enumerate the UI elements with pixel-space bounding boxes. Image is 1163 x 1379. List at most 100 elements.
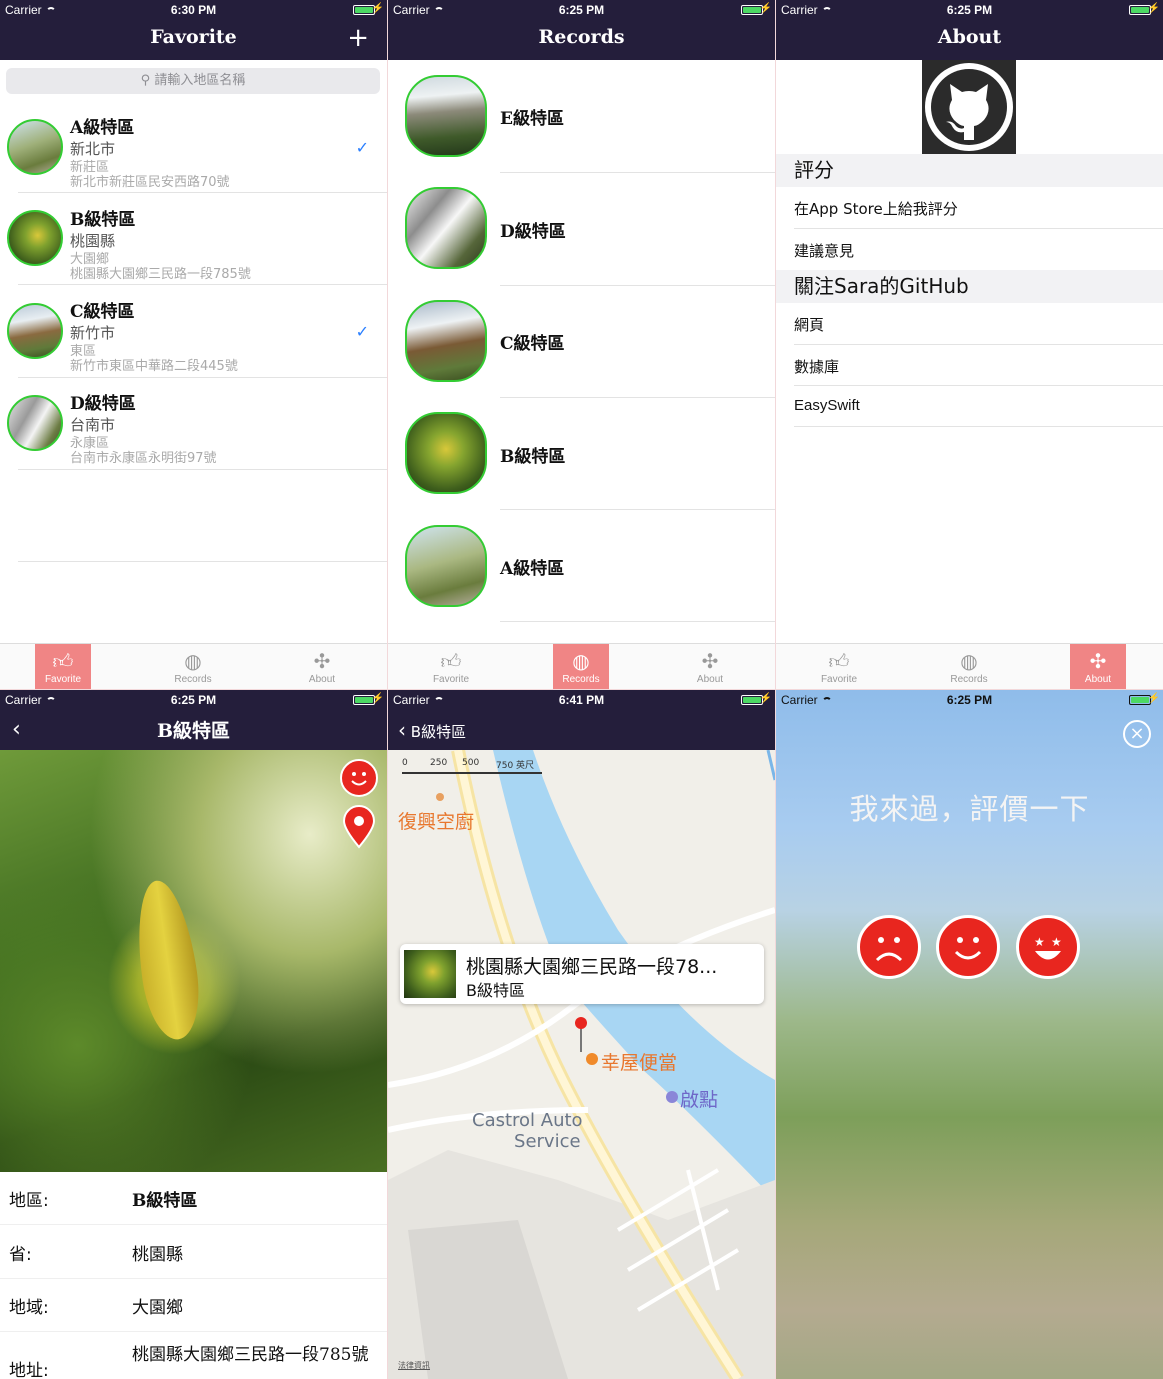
- map-scale: 0 250 500 750 英尺: [402, 758, 542, 774]
- item-address: 新北市新莊區民安西路70號: [70, 175, 230, 190]
- avatar: [405, 187, 487, 269]
- row-separator: [18, 284, 387, 285]
- tab-favorite[interactable]: 👍︎ Favorite: [811, 644, 867, 689]
- place-photo: [0, 750, 387, 1172]
- row-separator: [0, 1224, 387, 1225]
- location-pin-icon[interactable]: [574, 1016, 588, 1056]
- item-name: B級特區: [500, 447, 566, 467]
- back-label: B級特區: [410, 723, 467, 741]
- item-address: 桃園縣大園鄉三民路一段785號: [70, 267, 251, 282]
- thumbs-up-icon: 👍︎: [828, 651, 850, 673]
- detail-screen: Carrier 6:25 PM ⚡ ‹ B級特區 地區: B級特區 省: 桃園縣…: [0, 690, 387, 1379]
- tab-bar: 👍︎ Favorite ◍ Records ✣ About: [0, 643, 387, 689]
- page-title: About: [937, 26, 1002, 48]
- map-view[interactable]: [388, 748, 775, 1379]
- item-name: E級特區: [500, 109, 564, 129]
- row-separator: [794, 344, 1163, 345]
- charging-icon: ⚡: [759, 3, 772, 14]
- sad-face-button[interactable]: [857, 915, 921, 979]
- row-separator: [794, 426, 1163, 427]
- item-name: B級特區: [70, 210, 136, 230]
- add-button[interactable]: +: [347, 25, 369, 51]
- star-eyes-face-button[interactable]: ★ ★: [1016, 915, 1080, 979]
- avatar: [7, 210, 63, 266]
- status-bar: Carrier 6:25 PM ⚡: [0, 690, 387, 710]
- status-time: 6:25 PM: [558, 3, 605, 17]
- avatar: [405, 525, 487, 607]
- tab-records[interactable]: ◍ Records: [165, 644, 221, 689]
- tab-about[interactable]: ✣ About: [294, 644, 350, 689]
- search-icon: ⚲: [140, 73, 151, 88]
- charging-icon: ⚡: [371, 693, 384, 704]
- tab-about[interactable]: ✣ About: [1070, 644, 1126, 689]
- thumbs-up-icon: 👍︎: [52, 651, 74, 673]
- page-title: B級特區: [156, 720, 231, 742]
- status-time: 6:25 PM: [170, 693, 217, 707]
- poi-label[interactable]: 幸屋便當: [601, 1048, 677, 1075]
- website-item[interactable]: 網頁: [794, 314, 824, 335]
- field-label: 地區:: [9, 1191, 49, 1211]
- avatar: [405, 300, 487, 382]
- poi-label[interactable]: 復興空廚: [398, 807, 474, 834]
- callout-subtitle: B級特區: [466, 981, 525, 1000]
- search-bar[interactable]: ⚲ 請輸入地區名稱: [6, 68, 380, 94]
- section-header: 關注Sara的GitHub: [776, 270, 1163, 303]
- row-separator: [500, 172, 775, 173]
- feedback-item[interactable]: 建議意見: [794, 240, 854, 261]
- row-separator: [18, 377, 387, 378]
- checkmark-icon: ✓: [355, 322, 369, 341]
- field-label: 省:: [9, 1245, 32, 1265]
- ball-icon: ◍: [960, 651, 978, 673]
- row-separator: [18, 561, 387, 562]
- status-bar: Carrier 6:30 PM ⚡: [0, 0, 387, 20]
- thumbs-up-icon: 👍︎: [440, 651, 462, 673]
- restaurant-icon: [436, 793, 444, 801]
- network-icon: ✣: [701, 651, 719, 673]
- ball-icon: ◍: [184, 651, 202, 673]
- item-name: C級特區: [70, 302, 135, 322]
- poi-label[interactable]: 啟點: [680, 1085, 718, 1112]
- network-icon: ✣: [1089, 651, 1107, 673]
- rate-app-store-item[interactable]: 在App Store上給我評分: [794, 198, 958, 219]
- tab-about[interactable]: ✣ About: [682, 644, 738, 689]
- smile-rating-icon[interactable]: [340, 759, 378, 797]
- tab-records[interactable]: ◍ Records: [553, 644, 609, 689]
- checkmark-icon: ✓: [355, 138, 369, 157]
- field-value: 桃園縣: [132, 1245, 183, 1265]
- status-time: 6:41 PM: [558, 693, 605, 707]
- item-address: 新竹市東區中華路二段445號: [70, 359, 238, 374]
- smile-face-button[interactable]: [936, 915, 1000, 979]
- tab-records[interactable]: ◍ Records: [941, 644, 997, 689]
- item-name: D級特區: [70, 394, 136, 414]
- status-bar: Carrier 6:25 PM ⚡: [776, 690, 1163, 710]
- svg-text:★: ★: [1034, 935, 1045, 949]
- search-placeholder: 請輸入地區名稱: [154, 73, 246, 88]
- field-value: 桃園縣大園鄉三民路一段785號: [132, 1345, 369, 1365]
- status-bar: Carrier 6:25 PM ⚡: [388, 0, 775, 20]
- network-icon: ✣: [313, 651, 331, 673]
- legal-link[interactable]: 法律資訊: [398, 1360, 430, 1371]
- item-name: D級特區: [500, 222, 566, 242]
- avatar: [405, 412, 487, 494]
- easyswift-item[interactable]: EasySwift: [794, 397, 860, 414]
- item-address: 台南市永康區永明街97號: [70, 451, 217, 466]
- map-screen: Carrier 6:41 PM ⚡ ‹ B級特區 0 250 500 750 英…: [388, 690, 775, 1379]
- repository-item[interactable]: 數據庫: [794, 356, 839, 377]
- charging-icon: ⚡: [371, 3, 384, 14]
- row-separator: [500, 285, 775, 286]
- map-pin-icon[interactable]: [340, 805, 378, 853]
- row-separator: [794, 385, 1163, 386]
- page-title: Records: [538, 26, 625, 48]
- avatar: [405, 75, 487, 157]
- field-label: 地域:: [9, 1298, 49, 1318]
- tab-favorite[interactable]: 👍︎ Favorite: [423, 644, 479, 689]
- back-button[interactable]: ‹ B級特區: [398, 718, 466, 742]
- poi-label[interactable]: Castrol Auto Service: [472, 1110, 583, 1152]
- close-icon[interactable]: ×: [1123, 720, 1151, 748]
- rating-prompt: 我來過，評價一下: [849, 792, 1090, 826]
- map-callout[interactable]: 桃園縣大園鄉三民路一段78... B級特區: [400, 944, 764, 1004]
- tab-favorite[interactable]: 👍︎ Favorite: [35, 644, 91, 689]
- callout-thumbnail: [404, 950, 456, 998]
- records-screen: Carrier 6:25 PM ⚡ Records E級特區 D級特區 C級特區…: [388, 0, 775, 689]
- charging-icon: ⚡: [1147, 3, 1160, 14]
